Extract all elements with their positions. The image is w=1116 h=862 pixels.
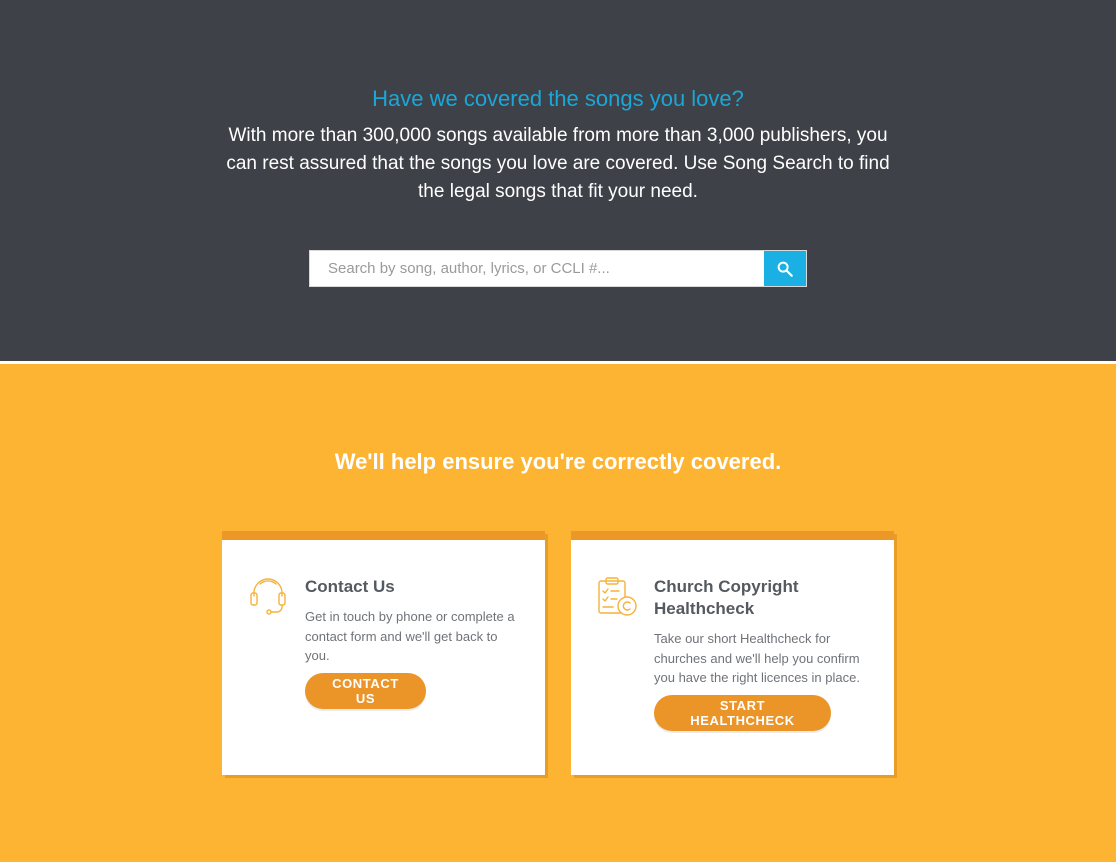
healthcheck-card: Church Copyright Healthcheck Take our sh… [571,531,894,775]
card-title: Contact Us [305,577,395,596]
song-search-bar [309,250,807,287]
search-button[interactable] [764,251,806,286]
search-icon [777,261,793,277]
card-description: Get in touch by phone or complete a cont… [305,609,515,663]
card-title: Church Copyright Healthcheck [654,577,799,618]
headset-icon [250,578,286,615]
help-section: We'll help ensure you're correctly cover… [0,364,1116,862]
contact-us-button[interactable]: CONTACT US [305,673,426,709]
song-search-input[interactable] [310,251,764,286]
hero-title: Have we covered the songs you love? [372,86,744,111]
contact-us-card: Contact Us Get in touch by phone or comp… [222,531,545,775]
song-search-section: Have we covered the songs you love? With… [0,0,1116,361]
clipboard-copyright-icon [598,577,637,616]
hero-description: With more than 300,000 songs available f… [226,125,890,202]
card-description: Take our short Healthcheck for churches … [654,631,860,685]
help-title: We'll help ensure you're correctly cover… [334,449,782,474]
start-healthcheck-button[interactable]: START HEALTHCHECK [654,695,831,731]
